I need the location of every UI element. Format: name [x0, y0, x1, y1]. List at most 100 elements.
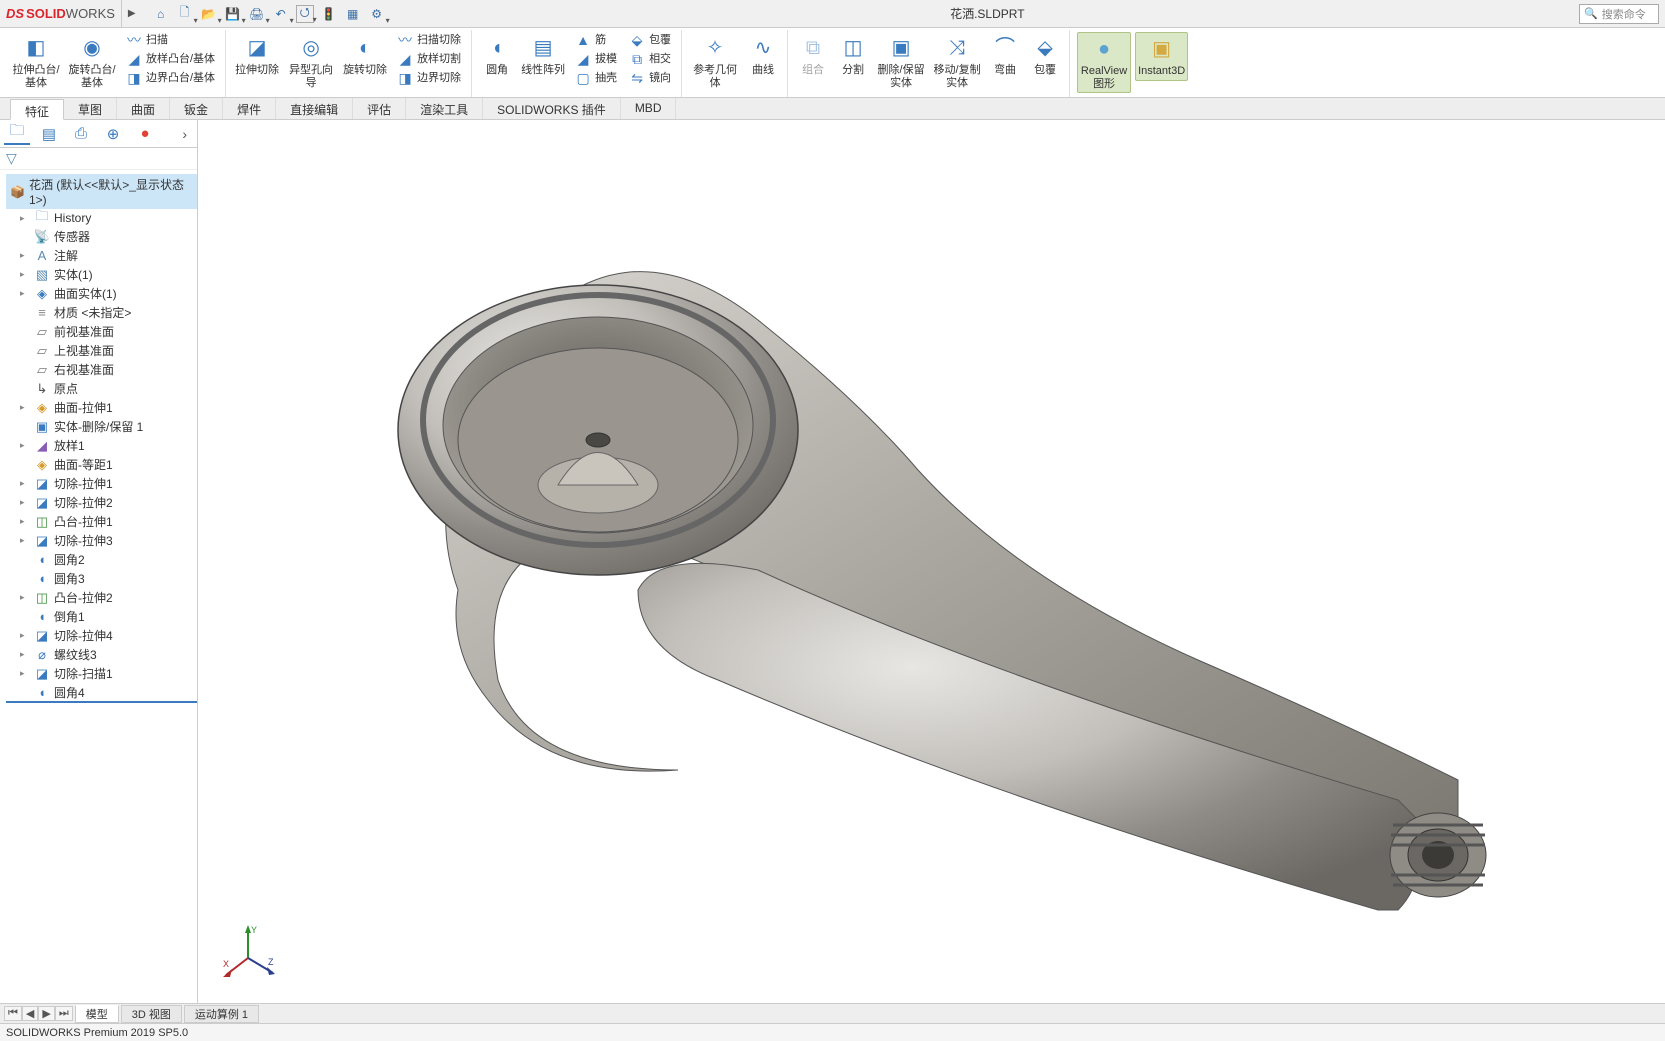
property-manager-tab[interactable]: ▤	[36, 123, 62, 145]
expand-icon[interactable]: ▸	[20, 288, 30, 299]
shell-button[interactable]: ▢抽壳	[571, 70, 621, 88]
tab-mbd[interactable]: MBD	[621, 98, 677, 119]
tab-features[interactable]: 特征	[10, 99, 64, 120]
boss-extrude-button[interactable]: ◧拉伸凸台/基体	[10, 32, 62, 91]
tree-node[interactable]: ▸🗀History	[6, 209, 197, 227]
tab-model[interactable]: 模型	[75, 1005, 119, 1023]
fm-tree-tab[interactable]: 🗀	[4, 123, 30, 145]
tab-prev-icon[interactable]: ◀	[22, 1006, 38, 1021]
loft-cut-button[interactable]: ◢放样切割	[393, 51, 465, 69]
tree-node[interactable]: 📡传感器	[6, 227, 197, 246]
cut-extrude-button[interactable]: ◪拉伸切除	[233, 32, 281, 79]
fillet-button[interactable]: ◖圆角	[479, 32, 515, 79]
tree-node[interactable]: ▸▧实体(1)	[6, 265, 197, 284]
boundary-button[interactable]: ◨边界凸台/基体	[122, 70, 219, 88]
boundary-cut-button[interactable]: ◨边界切除	[393, 70, 465, 88]
open-icon[interactable]: 📂	[200, 5, 218, 23]
delete-keep-button[interactable]: ▣删除/保留实体	[875, 32, 927, 91]
tab-last-icon[interactable]: ⏭	[55, 1006, 73, 1021]
tab-render[interactable]: 渲染工具	[406, 98, 483, 119]
sweep-cut-button[interactable]: 〰扫描切除	[393, 32, 465, 50]
tree-node[interactable]: ◈曲面-等距1	[6, 455, 197, 474]
expand-icon[interactable]: ▸	[20, 478, 30, 489]
display-manager-tab[interactable]: ●	[132, 123, 158, 145]
wrap-button[interactable]: ⬙包覆	[625, 32, 675, 50]
refgeom-button[interactable]: ✧参考几何体	[689, 32, 741, 91]
loft-button[interactable]: ◢放样凸台/基体	[122, 51, 219, 69]
sweep-button[interactable]: 〰扫描	[122, 32, 219, 50]
instant3d-button[interactable]: ▣Instant3D	[1135, 32, 1188, 81]
tab-sheetmetal[interactable]: 钣金	[170, 98, 223, 119]
tree-node[interactable]: ▸◪切除-拉伸3	[6, 531, 197, 550]
options-icon[interactable]: ⚙	[368, 5, 386, 23]
hole-wizard-button[interactable]: ◎异型孔向导	[285, 32, 337, 91]
tree-node[interactable]: ◖圆角2	[6, 550, 197, 569]
dimxpert-tab[interactable]: ⊕	[100, 123, 126, 145]
tree-node[interactable]: ▸◪切除-拉伸1	[6, 474, 197, 493]
expand-icon[interactable]: ▸	[20, 497, 30, 508]
mirror-button[interactable]: ⇋镜向	[625, 70, 675, 88]
tree-node[interactable]: ≡材质 <未指定>	[6, 303, 197, 322]
expand-icon[interactable]: ▸	[20, 535, 30, 546]
tab-direct-edit[interactable]: 直接编辑	[276, 98, 353, 119]
undo-icon[interactable]: ↶	[272, 5, 290, 23]
expand-icon[interactable]: ▸	[20, 250, 30, 261]
home-icon[interactable]: ⌂	[152, 5, 170, 23]
wrap2-button[interactable]: ⬙包覆	[1027, 32, 1063, 79]
select-icon[interactable]: ⭯	[296, 5, 314, 23]
expand-icon[interactable]: ▸	[20, 516, 30, 527]
tab-addins[interactable]: SOLIDWORKS 插件	[483, 98, 621, 119]
tree-node[interactable]: ▸⌀螺纹线3	[6, 645, 197, 664]
tab-weldments[interactable]: 焊件	[223, 98, 276, 119]
tree-node[interactable]: ◖圆角3	[6, 569, 197, 588]
expand-icon[interactable]: ▸	[20, 630, 30, 641]
new-icon[interactable]: 🗋	[176, 5, 194, 23]
tab-first-icon[interactable]: ⏮	[4, 1006, 22, 1021]
tree-node[interactable]: ▸◪切除-拉伸2	[6, 493, 197, 512]
save-icon[interactable]: 💾	[224, 5, 242, 23]
tree-node[interactable]: ▸A注解	[6, 246, 197, 265]
tree-node[interactable]: ▱上视基准面	[6, 341, 197, 360]
draft-button[interactable]: ◢拔模	[571, 51, 621, 69]
tree-node[interactable]: ▸◈曲面实体(1)	[6, 284, 197, 303]
tab-3dview[interactable]: 3D 视图	[121, 1005, 182, 1023]
graphics-viewport[interactable]: Y Z X	[198, 120, 1665, 1003]
realview-button[interactable]: ●RealView 图形	[1077, 32, 1131, 93]
tree-node[interactable]: ▣实体-删除/保留 1	[6, 417, 197, 436]
rebuild-icon[interactable]: ▦	[344, 5, 362, 23]
tree-node[interactable]: ▸◫凸台-拉伸1	[6, 512, 197, 531]
tree-root[interactable]: 📦花洒 (默认<<默认>_显示状态 1>)	[6, 174, 197, 209]
print-icon[interactable]: 🖨	[248, 5, 266, 23]
expand-icon[interactable]: ▸	[20, 592, 30, 603]
tree-node[interactable]: ↳原点	[6, 379, 197, 398]
config-manager-tab[interactable]: ⎙	[68, 123, 94, 145]
bend-button[interactable]: ⌒弯曲	[987, 32, 1023, 79]
tree-node[interactable]: ▱前视基准面	[6, 322, 197, 341]
expand-icon[interactable]: ▸	[20, 440, 30, 451]
tab-sketch[interactable]: 草图	[64, 98, 117, 119]
intersect-button[interactable]: ⧉相交	[625, 51, 675, 69]
tree-node[interactable]: ◖倒角1	[6, 607, 197, 626]
tree-node[interactable]: ◖圆角4	[6, 683, 197, 702]
pane-expand-icon[interactable]: ›	[176, 126, 193, 142]
expand-icon[interactable]: ▸	[20, 649, 30, 660]
tree-node[interactable]: ▸◈曲面-拉伸1	[6, 398, 197, 417]
tree-node[interactable]: ▸◫凸台-拉伸2	[6, 588, 197, 607]
search-commands-input[interactable]: 🔍 搜索命令	[1579, 4, 1659, 24]
combine-button[interactable]: ⧉组合	[795, 32, 831, 79]
linear-pattern-button[interactable]: ▤线性阵列	[519, 32, 567, 79]
tab-next-icon[interactable]: ▶	[38, 1006, 54, 1021]
tree-node[interactable]: ▸◪切除-拉伸4	[6, 626, 197, 645]
tree-node[interactable]: ▸◪切除-扫描1	[6, 664, 197, 683]
tree-node[interactable]: ▱右视基准面	[6, 360, 197, 379]
curves-button[interactable]: ∿曲线	[745, 32, 781, 79]
tree-filter[interactable]: ▽	[0, 148, 197, 170]
boss-revolve-button[interactable]: ◉旋转凸台/基体	[66, 32, 118, 91]
move-copy-button[interactable]: ⤨移动/复制实体	[931, 32, 983, 91]
tab-evaluate[interactable]: 评估	[353, 98, 406, 119]
split-button[interactable]: ◫分割	[835, 32, 871, 79]
expand-icon[interactable]: ▸	[20, 668, 30, 679]
rebuild-stop-icon[interactable]: 🚦	[320, 5, 338, 23]
rib-button[interactable]: ▲筋	[571, 32, 621, 50]
expand-icon[interactable]: ▸	[20, 213, 30, 224]
